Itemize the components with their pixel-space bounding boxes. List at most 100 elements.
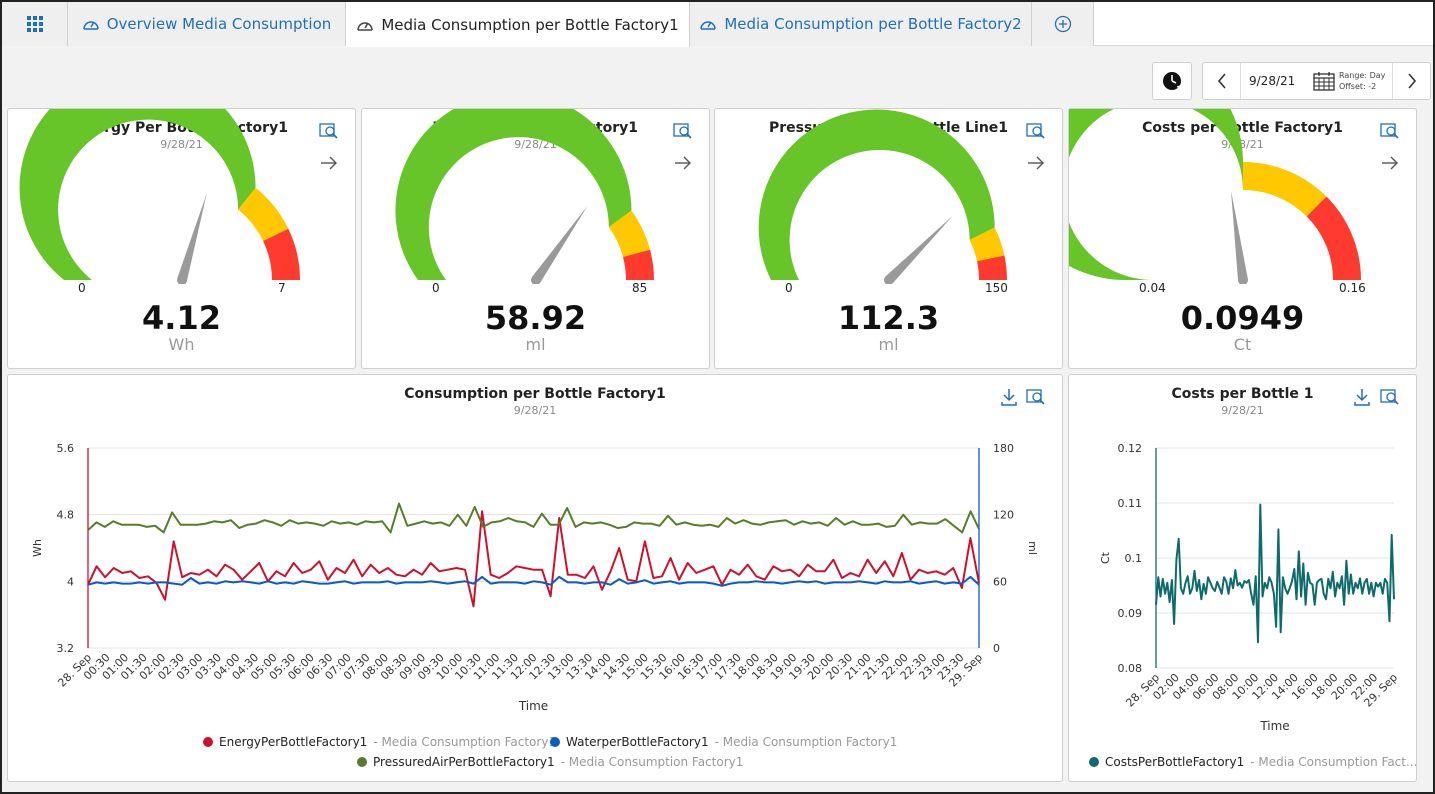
chevron-right-icon	[1407, 73, 1416, 89]
calendar-icon	[1313, 72, 1335, 91]
next-period-button[interactable]	[1392, 63, 1430, 99]
gauge-card-energy: Energy Per Bottle Factory1 9/28/21 0 7 4…	[7, 108, 356, 369]
y-axis-title: Wh	[31, 539, 44, 557]
analyze-zoom-icon[interactable]	[1026, 387, 1046, 407]
legend-marker-water	[550, 737, 560, 747]
legend-item-water[interactable]: WaterperBottleFactory1 - Media Consumpti…	[550, 735, 897, 749]
dashboard-window: Overview Media Consumption Media Consump…	[0, 0, 1435, 794]
chevron-left-icon	[1217, 73, 1226, 89]
consumption-chart-card: Consumption per Bottle Factory1 9/28/21 …	[7, 374, 1063, 782]
gauge-value: 58.92	[484, 299, 587, 337]
dashboard-gauge-icon	[82, 21, 99, 30]
legend-series-source: - Media Consumption Factory1	[560, 755, 744, 769]
gauge-needle	[885, 216, 953, 284]
range-info: Range: Day Offset: -2	[1339, 70, 1385, 92]
gauge-card-water: Water per Bottle Factory1 9/28/21 0 85 5…	[361, 108, 710, 369]
series-line[interactable]	[87, 502, 980, 534]
tab-label: Media Consumption per Bottle Factory1	[381, 15, 679, 34]
dashboard-gauge-icon	[357, 21, 374, 31]
y2-tick-label: 120	[993, 509, 1014, 522]
y-tick-label: 0.12	[1118, 442, 1143, 455]
selected-date[interactable]: 9/28/21	[1249, 74, 1295, 88]
gauge-max-label: 150	[985, 281, 1008, 295]
legend-item-costs[interactable]: CostsPerBottleFactory1 - Media Consumpti…	[1089, 755, 1417, 769]
gauge-value: 112.3	[837, 299, 940, 337]
gauge-card-pressured-air: Pressured Air per Bottle Line1 9/28/21 0…	[714, 108, 1063, 369]
gauge-band	[758, 109, 995, 281]
gauge-band	[19, 109, 256, 280]
gauge-band	[1243, 162, 1327, 217]
gauge-unit: ml	[878, 335, 899, 354]
costs-chart-card: Costs per Bottle 1 9/28/21 0.12 0.11 0.1 0.…	[1068, 374, 1417, 782]
x-axis-title: Time	[518, 699, 548, 713]
y-tick-label: 4.8	[57, 509, 75, 522]
gauge-value: 4.12	[142, 299, 221, 337]
y-tick-label: 0.1	[1125, 552, 1143, 565]
gauge-card-costs: Costs per Bottle Factory1 9/28/21 0.04 0…	[1068, 108, 1417, 369]
tab-label: Media Consumption per Bottle Factory2	[724, 15, 1022, 33]
gauge-band	[395, 109, 632, 280]
gauge-max-label: 85	[632, 281, 648, 295]
gauge-needle	[177, 193, 207, 282]
y-tick-label: 5.6	[57, 442, 75, 455]
offset-label: Offset: -2	[1339, 82, 1377, 91]
calendar-button[interactable]	[1313, 71, 1335, 95]
analyze-zoom-icon[interactable]	[1380, 387, 1400, 407]
series-line[interactable]	[1155, 503, 1395, 644]
legend-marker-costs	[1089, 757, 1099, 767]
apps-grid-button[interactable]	[2, 2, 68, 46]
gauge-min-label: 0	[432, 281, 440, 295]
legend-series-source: - Media Consumption Factory1	[373, 735, 557, 749]
x-axis-title: Time	[1259, 719, 1289, 733]
auto-refresh-button[interactable]	[1152, 62, 1192, 100]
plus-circle-icon	[1054, 15, 1071, 33]
gauge-band	[1069, 109, 1243, 280]
add-tab-button[interactable]	[1032, 2, 1094, 46]
gauge-max-label: 0.16	[1339, 281, 1366, 295]
tab-media-consumption-factory2[interactable]: Media Consumption per Bottle Factory2	[690, 2, 1032, 46]
tab-media-consumption-factory1[interactable]: Media Consumption per Bottle Factory1	[346, 2, 690, 47]
range-label: Range: Day	[1339, 71, 1386, 80]
gauge-band	[1306, 196, 1361, 280]
gauge-needle	[1231, 190, 1248, 281]
tab-bar: Overview Media Consumption Media Consump…	[2, 2, 1433, 47]
legend-series-name: CostsPerBottleFactory1	[1105, 755, 1245, 769]
download-icon[interactable]	[999, 387, 1019, 407]
gauge-min-label: 0	[785, 281, 793, 295]
legend-series-name: EnergyPerBottleFactory1	[219, 735, 368, 749]
gauge-needle	[531, 206, 588, 283]
date-range-navigator: 9/28/21 Range: Day Offset: -2	[1202, 62, 1431, 100]
download-icon[interactable]	[1352, 387, 1372, 407]
gauge-dial	[395, 109, 654, 284]
legend-item-pressured-air[interactable]: PressuredAirPerBottleFactory1 - Media Co…	[357, 755, 743, 769]
gauge-min-label: 0	[78, 281, 86, 295]
tab-label: Overview Media Consumption	[106, 15, 332, 33]
tab-overview-media-consumption[interactable]: Overview Media Consumption	[68, 2, 346, 46]
gauge-unit: Wh	[168, 335, 195, 354]
legend-series-name: PressuredAirPerBottleFactory1	[373, 755, 555, 769]
y-tick-label: 0.09	[1118, 607, 1143, 620]
legend-series-name: WaterperBottleFactory1	[566, 735, 709, 749]
legend-series-source: - Media Consumption Factory1	[714, 735, 898, 749]
gauge-value: 0.0949	[1180, 299, 1305, 337]
costs-line-chart[interactable]: 0.120.110.10.090.0828. Sep02:0004:0006:0…	[1069, 425, 1416, 755]
gauge-dial	[1069, 109, 1361, 284]
previous-period-button[interactable]	[1203, 63, 1241, 99]
y-tick-label: 4	[67, 575, 74, 588]
y2-axis-title: ml	[1026, 541, 1039, 555]
chart-title: Consumption per Bottle Factory1	[404, 386, 666, 402]
dashboard-gauge-icon	[700, 21, 717, 30]
legend-series-source: - Media Consumption Fact...	[1250, 755, 1418, 769]
gauge-dial	[758, 109, 1007, 284]
legend-item-energy[interactable]: EnergyPerBottleFactory1 - Media Consumpt…	[203, 735, 556, 749]
gauge-dial	[19, 109, 300, 284]
grid-icon	[26, 16, 43, 32]
gauge-min-label: 0.04	[1139, 281, 1166, 295]
y2-tick-label: 0	[993, 642, 1000, 655]
gauge-unit: ml	[525, 335, 546, 354]
y-tick-label: 3.2	[57, 642, 75, 655]
y2-tick-label: 180	[993, 442, 1014, 455]
y-tick-label: 0.11	[1118, 497, 1143, 510]
legend-marker-energy	[203, 737, 213, 747]
consumption-line-chart[interactable]: 5.64.843.218012060028. Sep00:3001:0001:3…	[8, 425, 1062, 770]
